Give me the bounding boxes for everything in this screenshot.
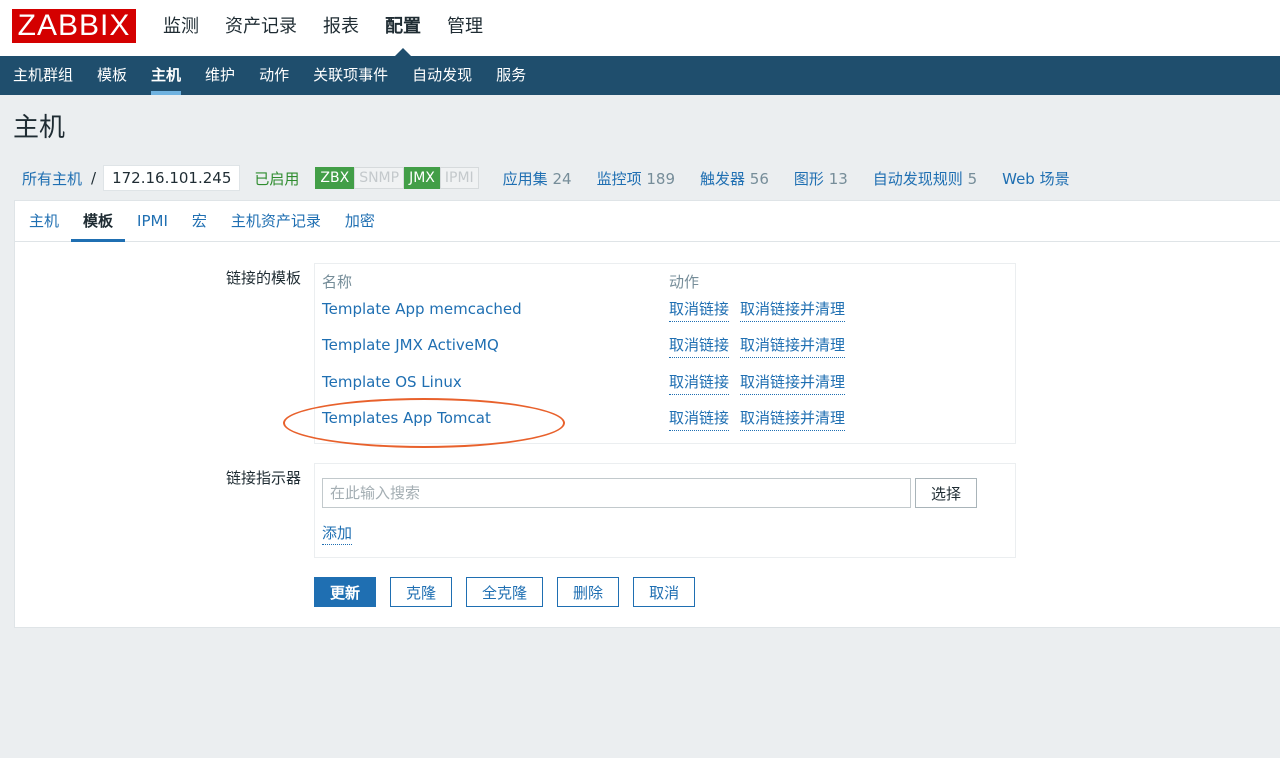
current-host[interactable]: 172.16.101.245 xyxy=(103,165,241,191)
main-menu-inventory[interactable]: 资产记录 xyxy=(214,0,308,56)
update-button[interactable]: 更新 xyxy=(314,577,377,607)
applications-link[interactable]: 应用集 24 xyxy=(503,168,572,189)
unlink-and-clear-link[interactable]: 取消链接并清理 xyxy=(740,370,846,395)
delete-button[interactable]: 删除 xyxy=(557,577,620,607)
graphs-link[interactable]: 图形 13 xyxy=(794,168,848,189)
table-row: Template JMX ActiveMQ 取消链接 取消链接并清理 xyxy=(315,333,1015,369)
clone-button[interactable]: 克隆 xyxy=(390,577,453,607)
cancel-button[interactable]: 取消 xyxy=(633,577,696,607)
sub-menu-host-groups[interactable]: 主机群组 xyxy=(1,56,85,95)
full-clone-button[interactable]: 全克隆 xyxy=(466,577,544,607)
sub-menu-services[interactable]: 服务 xyxy=(484,56,538,95)
applications-count: 24 xyxy=(552,169,572,188)
tab-encryption[interactable]: 加密 xyxy=(333,201,387,241)
link-indicator-box: 选择 添加 xyxy=(314,463,1016,558)
linked-templates-table: 名称 动作 Template App memcached 取消链接 取消链接并清… xyxy=(314,263,1016,444)
main-menu: 监测 资产记录 报表 配置 管理 xyxy=(152,0,498,56)
table-row: Template OS Linux 取消链接 取消链接并清理 xyxy=(315,370,1015,406)
form-tabs: 主机 模板 IPMI 宏 主机资产记录 加密 xyxy=(15,201,1280,242)
main-menu-reports[interactable]: 报表 xyxy=(312,0,370,56)
tab-macros[interactable]: 宏 xyxy=(180,201,219,241)
top-bar: ZABBIX 监测 资产记录 报表 配置 管理 xyxy=(0,0,1280,56)
tab-ipmi[interactable]: IPMI xyxy=(125,201,180,241)
items-link[interactable]: 监控项 189 xyxy=(597,168,675,189)
template-link[interactable]: Templates App Tomcat xyxy=(322,406,491,430)
page-title: 主机 xyxy=(13,113,66,143)
availability-badges: ZBX SNMP JMX IPMI xyxy=(315,167,479,189)
table-row: Template App memcached 取消链接 取消链接并清理 xyxy=(315,297,1015,333)
tab-templates[interactable]: 模板 xyxy=(71,201,126,242)
unlink-link[interactable]: 取消链接 xyxy=(669,333,730,358)
template-search-input[interactable] xyxy=(322,478,911,508)
unlink-and-clear-link[interactable]: 取消链接并清理 xyxy=(740,406,846,431)
column-header-name: 名称 xyxy=(322,273,353,291)
add-link[interactable]: 添加 xyxy=(322,522,353,545)
sub-menu-templates[interactable]: 模板 xyxy=(85,56,139,95)
select-button[interactable]: 选择 xyxy=(915,478,977,508)
triggers-link[interactable]: 触发器 56 xyxy=(700,168,769,189)
sub-menu-discovery[interactable]: 自动发现 xyxy=(400,56,484,95)
discovery-rules-count: 5 xyxy=(967,169,978,188)
tab-host[interactable]: 主机 xyxy=(17,201,71,241)
main-menu-administration[interactable]: 管理 xyxy=(436,0,494,56)
unlink-and-clear-link[interactable]: 取消链接并清理 xyxy=(740,333,846,358)
zbx-badge: ZBX xyxy=(315,167,355,189)
discovery-rules-link[interactable]: 自动发现规则 5 xyxy=(873,168,977,189)
sub-menu: 主机群组 模板 主机 维护 动作 关联项事件 自动发现 服务 xyxy=(0,56,1280,95)
main-menu-configuration[interactable]: 配置 xyxy=(374,0,432,56)
sub-menu-hosts[interactable]: 主机 xyxy=(139,56,193,95)
main-menu-monitoring[interactable]: 监测 xyxy=(152,0,210,56)
template-link[interactable]: Template App memcached xyxy=(322,297,522,321)
web-scenarios-link[interactable]: Web 场景 xyxy=(1002,168,1069,189)
triggers-count: 56 xyxy=(749,169,769,188)
ipmi-badge: IPMI xyxy=(439,167,479,189)
discovery-rules-label: 自动发现规则 xyxy=(872,169,963,188)
all-hosts-link[interactable]: 所有主机 xyxy=(22,168,82,189)
items-count: 189 xyxy=(646,169,675,188)
sub-menu-event-correlation[interactable]: 关联项事件 xyxy=(301,56,400,95)
breadcrumb-separator: / xyxy=(91,169,97,187)
items-label: 监控项 xyxy=(596,169,642,188)
snmp-badge: SNMP xyxy=(354,167,405,189)
graphs-label: 图形 xyxy=(793,169,824,188)
unlink-link[interactable]: 取消链接 xyxy=(669,370,730,395)
unlink-and-clear-link[interactable]: 取消链接并清理 xyxy=(740,297,846,322)
host-form-panel: 主机 模板 IPMI 宏 主机资产记录 加密 链接的模板 名称 动作 Templ… xyxy=(14,200,1280,628)
host-navigation: 所有主机 / 172.16.101.245 已启用 ZBX SNMP JMX I… xyxy=(14,160,1095,196)
template-link[interactable]: Template OS Linux xyxy=(322,370,462,394)
link-indicator-label: 链接指示器 xyxy=(225,469,301,487)
sub-menu-actions[interactable]: 动作 xyxy=(247,56,301,95)
sub-menu-maintenance[interactable]: 维护 xyxy=(193,56,247,95)
host-status-enabled[interactable]: 已启用 xyxy=(254,168,299,189)
zabbix-logo[interactable]: ZABBIX xyxy=(12,9,136,43)
form-buttons: 更新 克隆 全克隆 删除 取消 xyxy=(314,577,709,607)
template-link[interactable]: Template JMX ActiveMQ xyxy=(322,333,499,357)
linked-templates-label: 链接的模板 xyxy=(225,269,301,287)
unlink-link[interactable]: 取消链接 xyxy=(669,406,730,431)
applications-label: 应用集 xyxy=(502,169,548,188)
table-row: Templates App Tomcat 取消链接 取消链接并清理 xyxy=(315,406,1015,442)
tab-inventory[interactable]: 主机资产记录 xyxy=(219,201,333,241)
column-header-action: 动作 xyxy=(669,273,700,291)
triggers-label: 触发器 xyxy=(700,169,746,188)
graphs-count: 13 xyxy=(828,169,848,188)
jmx-badge: JMX xyxy=(404,167,440,189)
unlink-link[interactable]: 取消链接 xyxy=(669,297,730,322)
